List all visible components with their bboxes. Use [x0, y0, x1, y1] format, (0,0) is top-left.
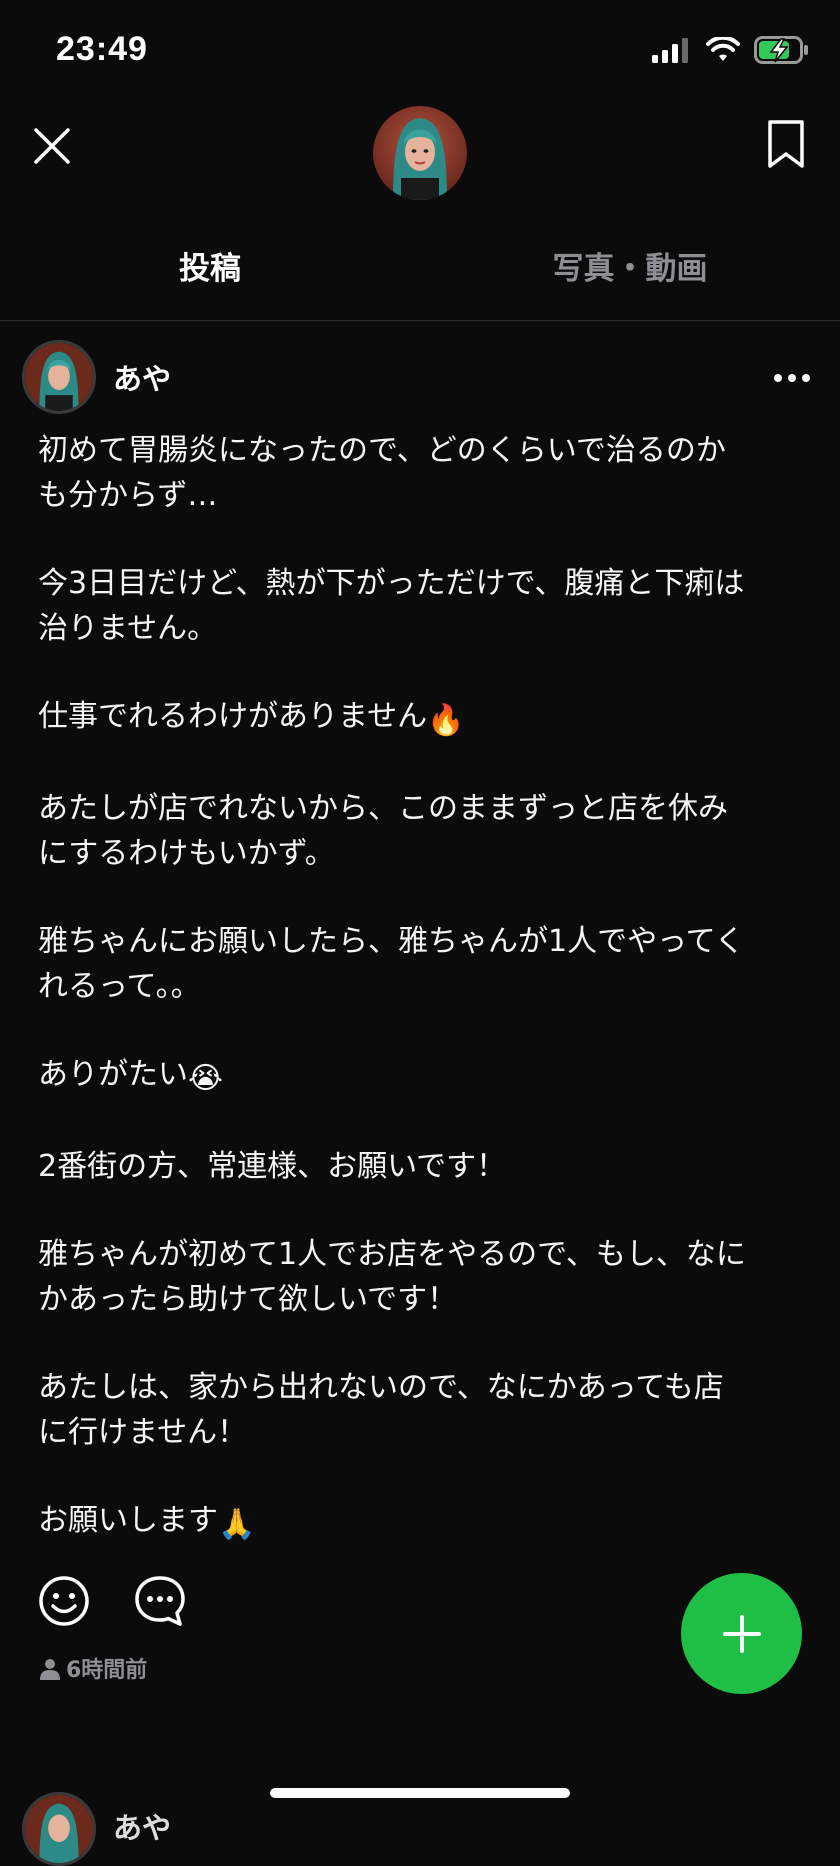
bookmark-icon	[768, 120, 804, 168]
avatar-photo	[25, 1795, 93, 1863]
comment-icon	[135, 1576, 185, 1626]
post-paragraph: 仕事でれるわけがありません🔥	[38, 694, 808, 743]
wifi-icon	[706, 37, 740, 61]
post-paragraph: お願いします🙏	[38, 1498, 808, 1547]
post-paragraph: ありがたい😭	[38, 1052, 808, 1101]
post-header: あや	[0, 338, 840, 418]
post-paragraph: 2番街の方、常連様、お願いです！	[38, 1149, 507, 1184]
tab-photos-videos[interactable]: 写真・動画	[420, 243, 840, 288]
signal-icon	[652, 38, 688, 63]
post-author-avatar[interactable]	[22, 340, 96, 414]
tab-divider	[0, 320, 840, 321]
reaction-button[interactable]	[36, 1573, 92, 1629]
header	[0, 100, 840, 220]
comment-button[interactable]	[132, 1573, 188, 1629]
avatar-photo	[25, 343, 93, 411]
more-icon	[774, 374, 810, 382]
tab-posts[interactable]: 投稿	[0, 243, 420, 288]
status-icons	[652, 36, 810, 64]
bookmark-button[interactable]	[762, 118, 810, 170]
status-bar: 23:49	[0, 0, 840, 100]
profile-avatar[interactable]	[373, 106, 467, 200]
home-indicator[interactable]	[270, 1788, 570, 1798]
next-post-avatar[interactable]	[22, 1792, 96, 1866]
close-button[interactable]	[28, 122, 76, 170]
battery-charging-icon	[754, 36, 808, 64]
post-paragraph: あたしは、家から出れないので、なにかあっても店 に行けません！	[38, 1370, 724, 1450]
status-time: 23:49	[56, 30, 148, 68]
post-timestamp: 6時間前	[66, 1658, 148, 1683]
close-icon	[34, 128, 70, 164]
post-author-name[interactable]: あや	[113, 356, 171, 398]
post-meta: 6時間前	[38, 1652, 147, 1684]
post-paragraph: 雅ちゃんが初めて1人でお店をやるので、もし、なに かあったら助けて欲しいです！	[38, 1237, 746, 1317]
post-paragraph: 初めて胃腸炎になったので、どのくらいで治るのか も分からず…	[38, 433, 726, 513]
pray-emoji: 🙏	[218, 1507, 256, 1542]
post-paragraph: 今3日目だけど、熱が下がっただけで、腹痛と下痢は 治りません。	[38, 566, 745, 646]
person-icon	[40, 1659, 60, 1680]
post-actions	[36, 1573, 188, 1629]
more-options-button[interactable]	[768, 368, 816, 388]
tab-bar: 投稿 写真・動画	[0, 225, 840, 320]
new-post-button[interactable]	[681, 1573, 802, 1694]
next-post-author[interactable]: あや	[113, 1805, 171, 1847]
crying-emoji: 😭	[188, 1061, 224, 1096]
post-paragraph: 雅ちゃんにお願いしたら、雅ちゃんが1人でやってく れるって。。	[38, 924, 745, 1004]
smiley-icon	[39, 1576, 89, 1626]
post-body: 初めて胃腸炎になったので、どのくらいで治るのか も分からず… 今3日目だけど、熱…	[38, 428, 808, 1590]
fire-emoji: 🔥	[427, 703, 465, 738]
avatar-photo	[373, 106, 467, 200]
plus-icon	[722, 1614, 761, 1653]
post-paragraph: あたしが店でれないから、このままずっと店を休み にするわけもいかず。	[38, 791, 728, 871]
